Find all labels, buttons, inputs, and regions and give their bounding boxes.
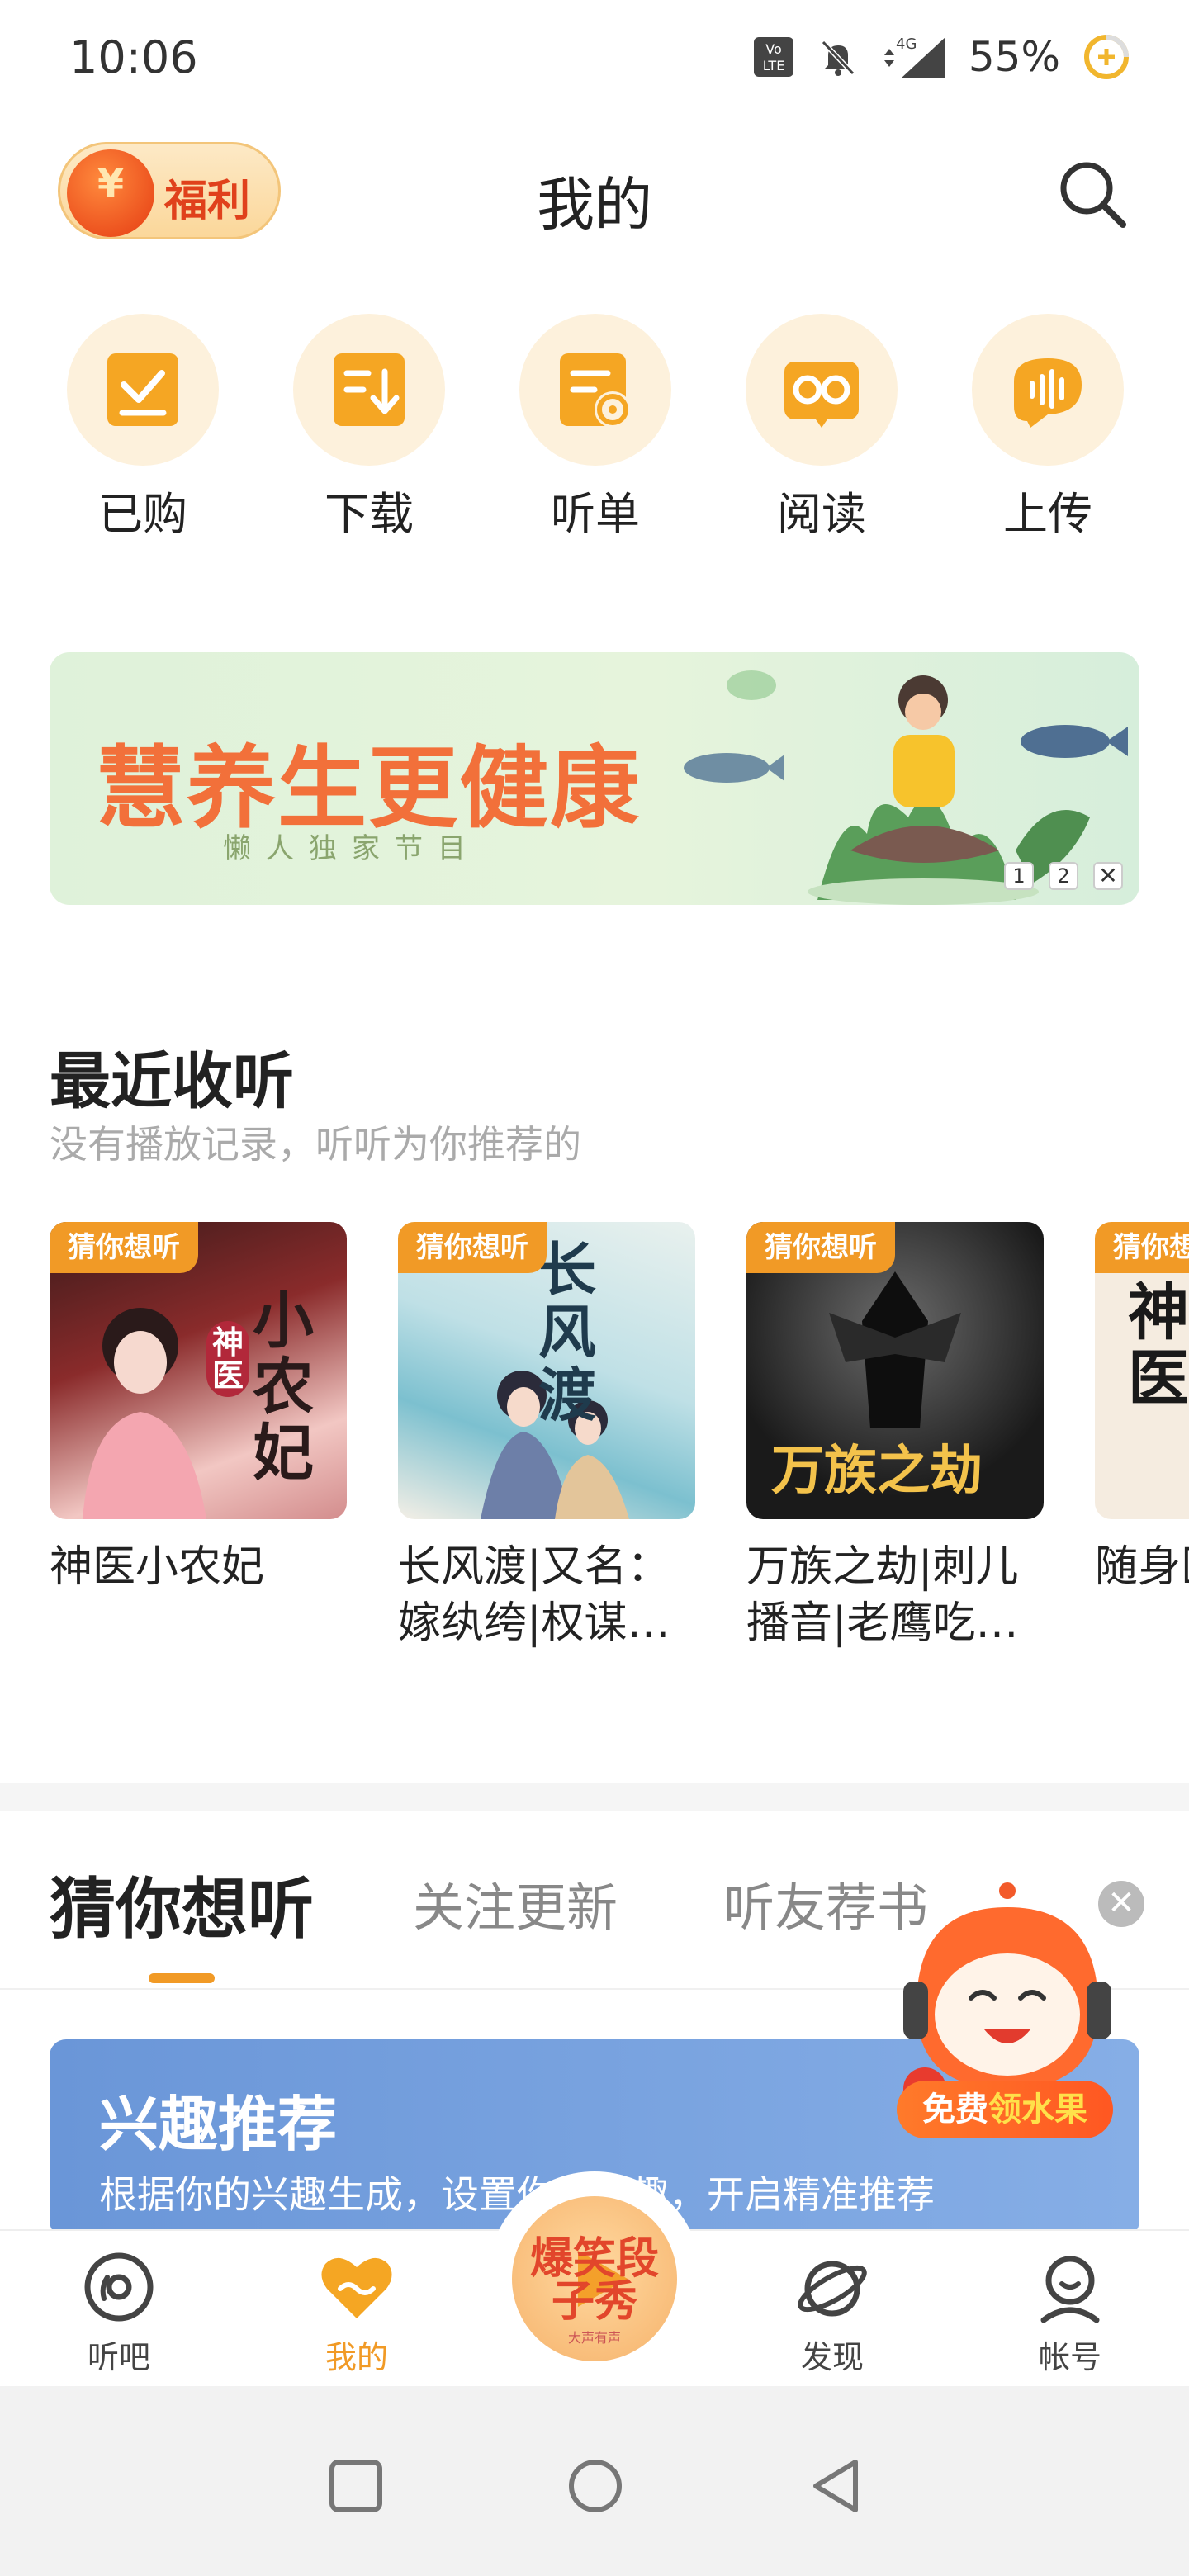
playlist-icon bbox=[560, 353, 631, 428]
battery-icon bbox=[1084, 35, 1129, 79]
book-card[interactable]: 长风渡 猜你想听 长风渡|又名：嫁纨绔|权谋… bbox=[398, 1222, 695, 1651]
quick-reading[interactable]: 阅读 bbox=[743, 314, 900, 542]
banner-page-2[interactable]: 2 bbox=[1049, 862, 1078, 890]
page-title: 我的 bbox=[537, 171, 652, 239]
nav-mine[interactable]: 我的 bbox=[282, 2247, 431, 2377]
book-card[interactable]: 小农妃 神医 猜你想听 神医小农妃 bbox=[50, 1222, 347, 1595]
reading-icon bbox=[784, 362, 859, 428]
fruit-prefix: 免费 bbox=[922, 2091, 988, 2129]
cover-figure bbox=[83, 1308, 206, 1519]
tab-indicator bbox=[149, 1973, 215, 1983]
quick-label: 下载 bbox=[324, 488, 414, 540]
purchased-icon bbox=[107, 353, 178, 426]
cover-badge: 神医 bbox=[206, 1321, 249, 1397]
nav-label: 我的 bbox=[324, 2339, 388, 2375]
cover-title: 神医 bbox=[1128, 1277, 1189, 1414]
home-icon[interactable] bbox=[566, 2457, 624, 2515]
svg-text:LTE: LTE bbox=[763, 58, 785, 73]
cover-title: 长风渡 bbox=[538, 1235, 596, 1429]
banner-close-button[interactable]: ✕ bbox=[1093, 862, 1123, 890]
book-card[interactable]: 万族之劫 猜你想听 万族之劫|刺儿播音|老鹰吃… bbox=[746, 1222, 1044, 1651]
book-card[interactable]: 神医 猜你想听 随身医小… bbox=[1095, 1222, 1189, 1595]
tab-following[interactable]: 关注更新 bbox=[413, 1866, 618, 1940]
interest-title: 兴趣推荐 bbox=[99, 2090, 338, 2159]
quick-label: 已购 bbox=[98, 488, 187, 540]
promo-banner[interactable]: 慧养生更健康 懒人独家节目 1 2 ✕ bbox=[50, 652, 1139, 905]
free-fruit-button[interactable]: 免费领水果 bbox=[897, 2081, 1113, 2138]
now-playing-cover: 爆笑段子秀 大声有声 bbox=[512, 2196, 677, 2361]
svg-text:Vo: Vo bbox=[765, 41, 782, 57]
back-icon[interactable] bbox=[808, 2457, 865, 2515]
quick-actions: 已购 下载 听单 阅读 上传 bbox=[0, 314, 1189, 561]
recommend-tag: 猜你想听 bbox=[746, 1222, 895, 1273]
nav-account[interactable]: 帐号 bbox=[996, 2247, 1144, 2377]
top-header: ¥ 福利 我的 bbox=[0, 132, 1189, 256]
now-playing-title: 爆笑段子秀 bbox=[529, 2233, 659, 2327]
book-cover: 长风渡 猜你想听 bbox=[398, 1222, 695, 1519]
center-play-button[interactable]: 爆笑段子秀 大声有声 bbox=[487, 2171, 702, 2386]
nav-tingba[interactable]: 听吧 bbox=[45, 2247, 193, 2377]
recent-list: 小农妃 神医 猜你想听 神医小农妃 长风渡 猜你想听 长风渡|又名：嫁纨绔|权谋… bbox=[50, 1222, 1189, 1684]
mascot-close-button[interactable]: ✕ bbox=[1098, 1881, 1144, 1927]
quick-download[interactable]: 下载 bbox=[291, 314, 448, 542]
account-icon bbox=[1040, 2256, 1100, 2323]
cover-figure bbox=[829, 1271, 961, 1428]
quick-label: 上传 bbox=[1003, 488, 1092, 540]
banner-subtitle: 懒人独家节目 bbox=[223, 832, 481, 865]
banner-page-1[interactable]: 1 bbox=[1004, 862, 1034, 890]
heart-icon bbox=[321, 2257, 392, 2318]
signal-icon: 4G bbox=[883, 36, 945, 78]
book-title: 长风渡|又名：嫁纨绔|权谋… bbox=[398, 1542, 670, 1648]
nav-discover[interactable]: 发现 bbox=[758, 2247, 907, 2377]
book-cover: 万族之劫 猜你想听 bbox=[746, 1222, 1044, 1519]
banner-pager: 1 2 ✕ bbox=[1004, 862, 1123, 890]
book-cover: 小农妃 神医 猜你想听 bbox=[50, 1222, 347, 1519]
battery-percent: 55% bbox=[968, 33, 1060, 81]
svg-text:4G: 4G bbox=[896, 36, 917, 53]
book-title: 万族之劫|刺儿播音|老鹰吃… bbox=[746, 1542, 1019, 1648]
nav-label: 帐号 bbox=[1038, 2339, 1101, 2375]
volte-icon: Vo LTE bbox=[753, 37, 793, 77]
recommend-tag: 猜你想听 bbox=[1095, 1222, 1189, 1273]
recent-apps-icon[interactable] bbox=[327, 2457, 385, 2515]
book-cover: 神医 猜你想听 bbox=[1095, 1222, 1189, 1519]
recent-title: 最近收听 bbox=[50, 1046, 294, 1117]
status-icons: Vo LTE 4G 55% bbox=[752, 28, 1131, 86]
quick-purchased[interactable]: 已购 bbox=[64, 314, 221, 542]
recommend-tag: 猜你想听 bbox=[398, 1222, 547, 1273]
search-icon[interactable] bbox=[1052, 154, 1131, 233]
tab-guess[interactable]: 猜你想听 bbox=[50, 1856, 314, 1952]
quick-label: 听单 bbox=[551, 488, 640, 540]
fruit-highlight: 领水果 bbox=[988, 2091, 1087, 2129]
planet-icon bbox=[798, 2261, 867, 2317]
now-playing-subtitle: 大声有声 bbox=[567, 2330, 621, 2346]
nav-label: 发现 bbox=[800, 2339, 864, 2375]
status-time: 10:06 bbox=[69, 31, 198, 83]
nav-label: 听吧 bbox=[87, 2339, 150, 2375]
quick-playlist[interactable]: 听单 bbox=[517, 314, 674, 542]
section-divider bbox=[0, 1783, 1189, 1811]
cover-title: 万族之劫 bbox=[771, 1440, 983, 1502]
disc-icon bbox=[84, 2252, 154, 2322]
book-title: 随身医小… bbox=[1095, 1542, 1189, 1592]
quick-label: 阅读 bbox=[777, 488, 866, 540]
recent-subtitle: 没有播放记录，听听为你推荐的 bbox=[50, 1122, 581, 1167]
system-nav-bar bbox=[0, 2386, 1189, 2576]
recommend-tag: 猜你想听 bbox=[50, 1222, 198, 1273]
book-title: 神医小农妃 bbox=[50, 1542, 265, 1592]
quick-upload[interactable]: 上传 bbox=[969, 314, 1126, 542]
upload-icon bbox=[1014, 358, 1082, 428]
download-icon bbox=[334, 353, 405, 426]
status-bar: 10:06 Vo LTE 4G 55% bbox=[0, 0, 1189, 116]
mute-icon bbox=[821, 40, 855, 76]
cover-title: 小农妃 bbox=[253, 1286, 314, 1489]
